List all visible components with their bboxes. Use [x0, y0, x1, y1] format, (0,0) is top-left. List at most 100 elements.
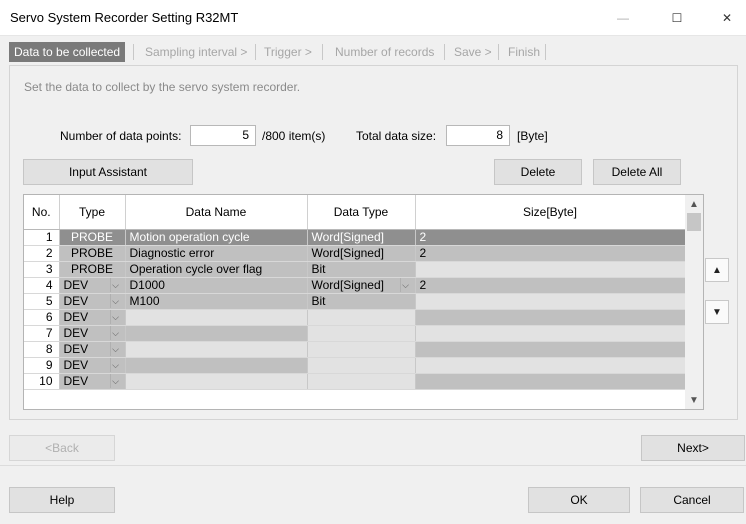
- type-cell[interactable]: DEV ⌵: [59, 341, 126, 358]
- help-button[interactable]: Help: [9, 487, 115, 513]
- row-number: 7: [24, 325, 60, 342]
- table-row[interactable]: 2 PROBE Diagnostic error Word[Signed] 2: [24, 245, 686, 262]
- close-button[interactable]: ✕: [704, 0, 746, 36]
- column-header-size[interactable]: Size[Byte]: [415, 195, 686, 230]
- table-body: 1 PROBE Motion operation cycle Word[Signed]…: [24, 229, 686, 390]
- total-size-label: Total data size:: [356, 129, 437, 143]
- data-type-cell[interactable]: [307, 373, 416, 390]
- next-button[interactable]: Next>: [641, 435, 745, 461]
- chevron-down-icon[interactable]: ⌵: [109, 374, 121, 388]
- data-name-cell[interactable]: [125, 373, 308, 390]
- chevron-down-icon[interactable]: ⌵: [109, 342, 121, 356]
- type-cell[interactable]: DEV ⌵: [59, 293, 126, 310]
- data-type-cell[interactable]: Word[Signed] ⌵: [307, 277, 416, 294]
- type-value: DEV: [63, 374, 89, 388]
- chevron-down-icon[interactable]: ⌵: [109, 294, 121, 308]
- table-row[interactable]: 7 DEV ⌵: [24, 325, 686, 342]
- type-cell[interactable]: PROBE: [59, 245, 126, 262]
- step-divider: [255, 44, 256, 60]
- type-cell[interactable]: DEV ⌵: [59, 373, 126, 390]
- type-cell[interactable]: DEV ⌵: [59, 325, 126, 342]
- chevron-down-icon[interactable]: ⌵: [399, 278, 411, 292]
- size-cell: [415, 293, 686, 310]
- step-data-to-be-collected: Data to be collected: [9, 42, 126, 62]
- data-name-cell[interactable]: [125, 357, 308, 374]
- step-finish: Finish: [508, 45, 541, 59]
- data-name-cell[interactable]: [125, 341, 308, 358]
- data-type-cell[interactable]: [307, 357, 416, 374]
- grid-scrollbar[interactable]: ▲ ▼: [685, 195, 703, 409]
- step-divider: [498, 44, 499, 60]
- cancel-button[interactable]: Cancel: [640, 487, 744, 513]
- type-cell[interactable]: PROBE: [59, 261, 126, 278]
- data-name-cell[interactable]: Operation cycle over flag: [125, 261, 308, 278]
- column-header-data-name[interactable]: Data Name: [125, 195, 308, 230]
- scroll-thumb[interactable]: [687, 213, 701, 231]
- move-up-button[interactable]: ▲: [705, 258, 729, 282]
- title-bar: Servo System Recorder Setting R32MT — ☐ …: [0, 0, 746, 36]
- data-name-cell[interactable]: Diagnostic error: [125, 245, 308, 262]
- step-save: Save >: [454, 45, 492, 59]
- step-trigger: Trigger >: [264, 45, 312, 59]
- data-type-cell[interactable]: Word[Signed]: [307, 229, 416, 246]
- data-name-cell[interactable]: Motion operation cycle: [125, 229, 308, 246]
- maximize-button[interactable]: ☐: [654, 0, 700, 36]
- type-value: DEV: [63, 278, 89, 292]
- row-number: 8: [24, 341, 60, 358]
- row-number: 4: [24, 277, 60, 294]
- table-row[interactable]: 10 DEV ⌵: [24, 373, 686, 390]
- type-cell[interactable]: PROBE: [59, 229, 126, 246]
- input-assistant-button[interactable]: Input Assistant: [23, 159, 193, 185]
- back-button[interactable]: <Back: [9, 435, 115, 461]
- data-name-cell[interactable]: [125, 309, 308, 326]
- data-points-suffix: /800 item(s): [262, 129, 326, 143]
- table-row[interactable]: 3 PROBE Operation cycle over flag Bit: [24, 261, 686, 278]
- ok-button[interactable]: OK: [528, 487, 630, 513]
- data-name-cell[interactable]: D1000: [125, 277, 308, 294]
- chevron-down-icon[interactable]: ⌵: [109, 358, 121, 372]
- type-cell[interactable]: DEV ⌵: [59, 277, 126, 294]
- delete-button[interactable]: Delete: [494, 159, 582, 185]
- data-name-cell[interactable]: [125, 325, 308, 342]
- chevron-down-icon[interactable]: ⌵: [109, 326, 121, 340]
- row-number: 3: [24, 261, 60, 278]
- table-row[interactable]: 4 DEV ⌵ D1000 Word[Signed] ⌵ 2: [24, 277, 686, 294]
- table-row[interactable]: 9 DEV ⌵: [24, 357, 686, 374]
- move-down-button[interactable]: ▼: [705, 300, 729, 324]
- table-row[interactable]: 8 DEV ⌵: [24, 341, 686, 358]
- minimize-button[interactable]: —: [600, 0, 646, 36]
- data-points-label: Number of data points:: [60, 129, 182, 143]
- row-number: 6: [24, 309, 60, 326]
- data-type-cell[interactable]: [307, 309, 416, 326]
- data-name-cell[interactable]: M100: [125, 293, 308, 310]
- data-points-value: 5: [190, 125, 256, 146]
- column-header-data-type[interactable]: Data Type: [307, 195, 416, 230]
- type-cell[interactable]: DEV ⌵: [59, 309, 126, 326]
- table-row[interactable]: 1 PROBE Motion operation cycle Word[Signed]…: [24, 229, 686, 246]
- row-number: 10: [24, 373, 60, 390]
- size-cell: 2: [415, 277, 686, 294]
- delete-all-button[interactable]: Delete All: [593, 159, 681, 185]
- data-type-cell[interactable]: [307, 325, 416, 342]
- data-grid: No. Type Data Name Data Type Size[Byte] …: [23, 194, 704, 410]
- data-type-cell[interactable]: Bit: [307, 261, 416, 278]
- scroll-up-icon[interactable]: ▲: [685, 195, 703, 213]
- chevron-down-icon[interactable]: ⌵: [109, 278, 121, 292]
- table-row[interactable]: 6 DEV ⌵: [24, 309, 686, 326]
- column-header-type[interactable]: Type: [59, 195, 126, 230]
- data-type-cell[interactable]: Bit: [307, 293, 416, 310]
- column-header-no[interactable]: No.: [24, 195, 60, 230]
- data-type-cell[interactable]: Word[Signed]: [307, 245, 416, 262]
- step-sampling-interval: Sampling interval >: [145, 45, 248, 59]
- scroll-down-icon[interactable]: ▼: [685, 391, 703, 409]
- total-size-value: 8: [446, 125, 510, 146]
- row-number: 2: [24, 245, 60, 262]
- size-cell: [415, 261, 686, 278]
- type-value: DEV: [63, 294, 89, 308]
- data-type-cell[interactable]: [307, 341, 416, 358]
- table-row[interactable]: 5 DEV ⌵ M100 Bit: [24, 293, 686, 310]
- chevron-down-icon[interactable]: ⌵: [109, 310, 121, 324]
- triangle-up-icon: ▲: [712, 264, 722, 276]
- type-value: DEV: [63, 342, 89, 356]
- type-cell[interactable]: DEV ⌵: [59, 357, 126, 374]
